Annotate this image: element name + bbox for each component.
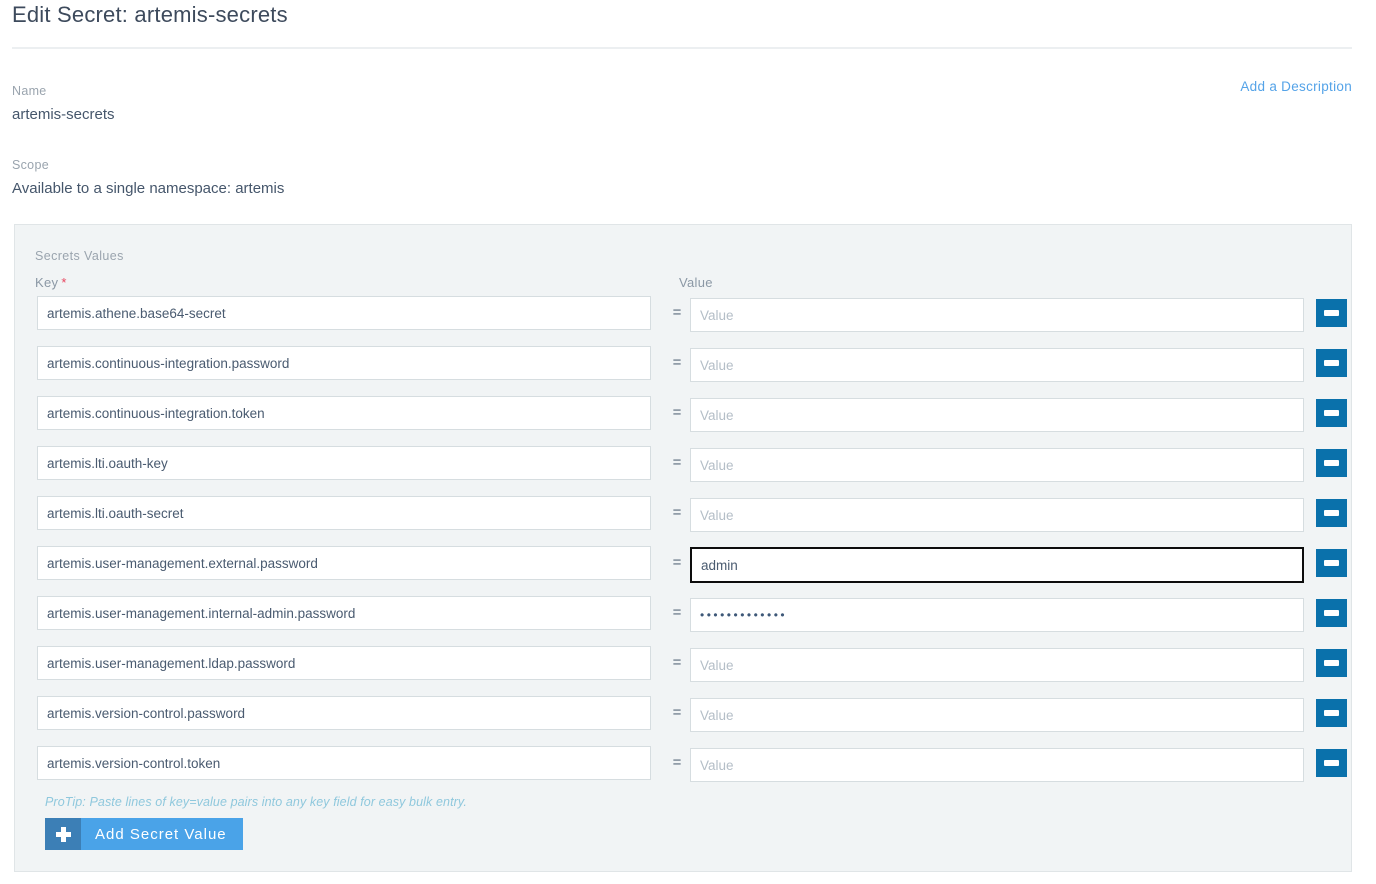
secrets-values-panel: Secrets Values Key* Value = = = = = = = = = = Pro… — [14, 224, 1352, 872]
equals-separator: = — [670, 704, 684, 721]
minus-icon — [1324, 460, 1339, 466]
name-label: Name — [12, 84, 47, 98]
secret-row: = — [15, 446, 1351, 486]
secret-key-input[interactable] — [37, 296, 651, 330]
equals-separator: = — [670, 604, 684, 621]
minus-icon — [1324, 360, 1339, 366]
secret-key-input[interactable] — [37, 696, 651, 730]
value-column-header: Value — [679, 275, 713, 290]
scope-label: Scope — [12, 158, 49, 172]
minus-icon — [1324, 660, 1339, 666]
secret-value-input[interactable] — [690, 398, 1304, 432]
secret-value-input[interactable] — [690, 648, 1304, 682]
name-value: artemis-secrets — [12, 106, 115, 123]
add-secret-value-button[interactable]: Add Secret Value — [45, 818, 243, 850]
secret-key-input[interactable] — [37, 346, 651, 380]
secret-key-input[interactable] — [37, 746, 651, 780]
key-column-header: Key* — [35, 275, 67, 290]
remove-secret-row-button[interactable] — [1316, 699, 1347, 727]
secret-key-input[interactable] — [37, 546, 651, 580]
page-title: Edit Secret: artemis-secrets — [12, 2, 288, 28]
secret-value-input[interactable] — [690, 598, 1304, 632]
secret-key-input[interactable] — [37, 596, 651, 630]
required-marker: * — [61, 275, 66, 290]
remove-secret-row-button[interactable] — [1316, 299, 1347, 327]
equals-separator: = — [670, 454, 684, 471]
secret-key-input[interactable] — [37, 646, 651, 680]
secret-row: = — [15, 546, 1351, 586]
secret-row: = — [15, 696, 1351, 736]
minus-icon — [1324, 760, 1339, 766]
secret-value-input[interactable] — [690, 298, 1304, 332]
minus-icon — [1324, 310, 1339, 316]
plus-icon — [45, 818, 81, 850]
equals-separator: = — [670, 304, 684, 321]
equals-separator: = — [670, 404, 684, 421]
equals-separator: = — [670, 754, 684, 771]
remove-secret-row-button[interactable] — [1316, 599, 1347, 627]
remove-secret-row-button[interactable] — [1316, 499, 1347, 527]
equals-separator: = — [670, 354, 684, 371]
secret-row: = — [15, 396, 1351, 436]
secret-value-input[interactable] — [690, 348, 1304, 382]
remove-secret-row-button[interactable] — [1316, 549, 1347, 577]
remove-secret-row-button[interactable] — [1316, 749, 1347, 777]
remove-secret-row-button[interactable] — [1316, 349, 1347, 377]
protip-text: ProTip: Paste lines of key=value pairs i… — [45, 795, 467, 809]
secret-key-input[interactable] — [37, 396, 651, 430]
secret-row: = — [15, 496, 1351, 536]
remove-secret-row-button[interactable] — [1316, 449, 1347, 477]
minus-icon — [1324, 710, 1339, 716]
secret-key-input[interactable] — [37, 446, 651, 480]
remove-secret-row-button[interactable] — [1316, 399, 1347, 427]
title-divider — [12, 47, 1352, 49]
minus-icon — [1324, 610, 1339, 616]
secret-key-input[interactable] — [37, 496, 651, 530]
secret-value-input[interactable] — [690, 748, 1304, 782]
secret-row: = — [15, 596, 1351, 636]
secret-value-input[interactable] — [690, 498, 1304, 532]
secret-value-input[interactable] — [690, 448, 1304, 482]
secret-value-input[interactable] — [690, 698, 1304, 732]
minus-icon — [1324, 560, 1339, 566]
remove-secret-row-button[interactable] — [1316, 649, 1347, 677]
add-description-link[interactable]: Add a Description — [1240, 79, 1352, 94]
secret-row: = — [15, 346, 1351, 386]
minus-icon — [1324, 410, 1339, 416]
add-secret-value-label: Add Secret Value — [81, 818, 243, 850]
secret-row: = — [15, 296, 1351, 336]
secret-value-input[interactable] — [690, 547, 1304, 583]
key-column-header-label: Key — [35, 275, 58, 290]
scope-value: Available to a single namespace: artemis — [12, 180, 284, 197]
minus-icon — [1324, 510, 1339, 516]
equals-separator: = — [670, 554, 684, 571]
equals-separator: = — [670, 654, 684, 671]
secrets-values-caption: Secrets Values — [35, 249, 124, 263]
equals-separator: = — [670, 504, 684, 521]
secret-row: = — [15, 646, 1351, 686]
secret-row: = — [15, 746, 1351, 786]
